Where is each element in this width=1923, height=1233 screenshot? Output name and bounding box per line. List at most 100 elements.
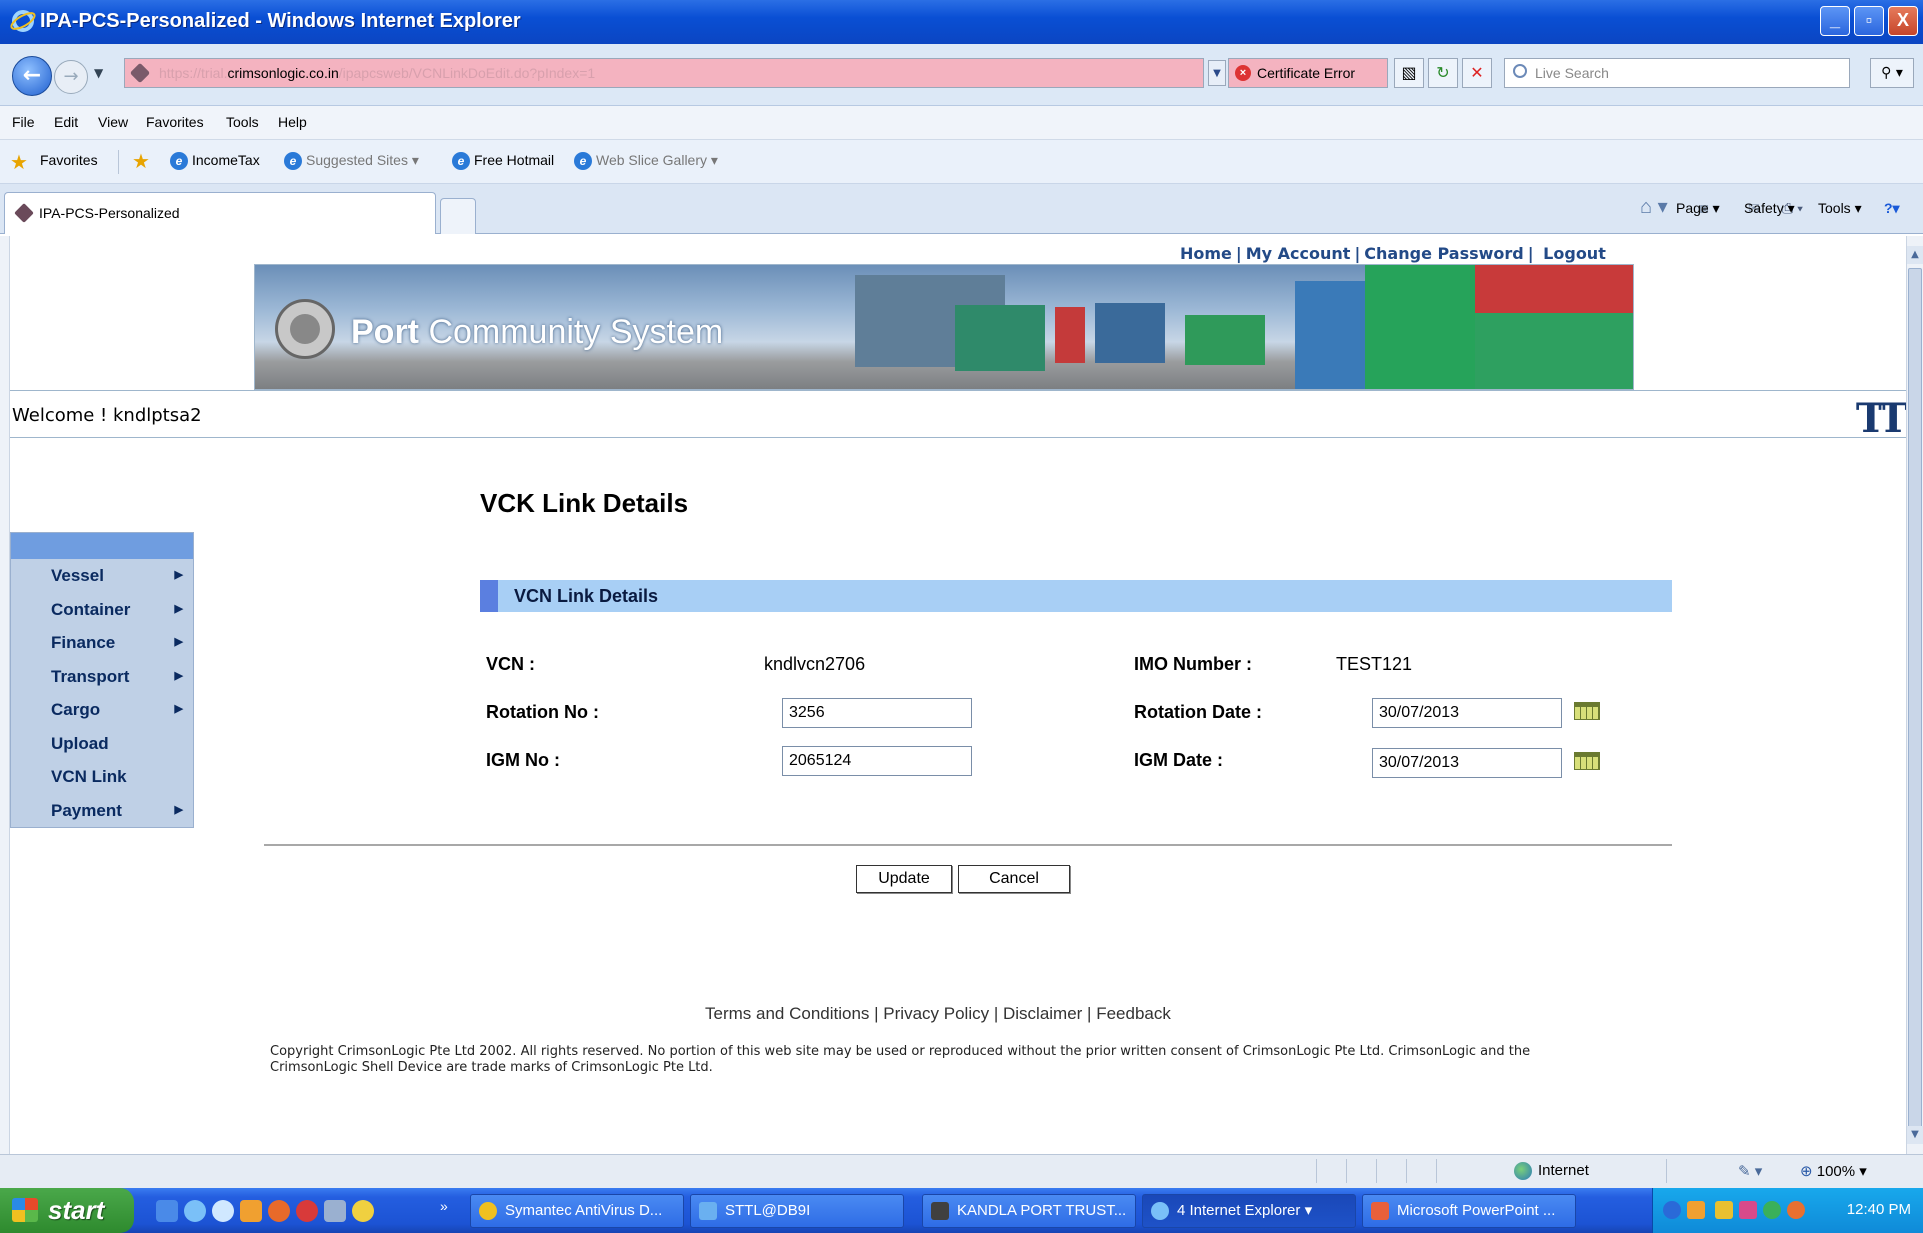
tray-network-icon[interactable] (1687, 1201, 1705, 1219)
history-dropdown-icon[interactable]: ▼ (94, 66, 103, 80)
favorite-free-hotmail[interactable]: e Free Hotmail (452, 152, 554, 171)
close-button[interactable]: X (1888, 6, 1918, 36)
favorite-suggested-sites[interactable]: e Suggested Sites ▾ (284, 152, 419, 171)
feedback-link[interactable]: Feedback (1096, 1004, 1171, 1023)
tools-menu[interactable]: Tools ▾ (1818, 200, 1862, 217)
task-internet-explorer[interactable]: 4 Internet Explorer ▾ (1142, 1194, 1356, 1228)
menu-favorites[interactable]: Favorites (146, 114, 204, 130)
quicklaunch-icon[interactable] (352, 1200, 374, 1222)
address-dropdown-icon[interactable]: ▼ (1208, 60, 1226, 86)
tray-icon[interactable] (1739, 1201, 1757, 1219)
menu-view[interactable]: View (98, 114, 128, 130)
favorite-incometax[interactable]: e IncomeTax (170, 152, 260, 171)
add-favorite-icon[interactable]: ★ (132, 149, 150, 174)
start-button[interactable]: start (0, 1188, 134, 1233)
scroll-thumb[interactable] (1908, 268, 1922, 1128)
favorites-button[interactable]: Favorites (40, 152, 98, 168)
database-icon (699, 1202, 717, 1220)
task-kandla[interactable]: KANDLA PORT TRUST... (922, 1194, 1136, 1228)
task-sttl[interactable]: STTL@DB9I (690, 1194, 904, 1228)
rotation-date-input[interactable] (1372, 698, 1562, 728)
terms-link[interactable]: Terms and Conditions (705, 1004, 869, 1023)
quicklaunch-icon[interactable] (212, 1200, 234, 1222)
task-symantec[interactable]: Symantec AntiVirus D... (470, 1194, 684, 1228)
banner-container-image (1475, 265, 1633, 313)
window-title: IPA-PCS-Personalized - Windows Internet … (40, 10, 521, 32)
search-button[interactable]: ⚲ ▾ (1870, 58, 1914, 88)
tray-back-icon[interactable] (1663, 1201, 1681, 1219)
nav-item-vcn-link[interactable]: VCN Link (11, 760, 193, 794)
calendar-icon[interactable] (1574, 702, 1600, 720)
cancel-button[interactable]: Cancel (958, 865, 1070, 893)
protected-mode-icon[interactable]: ✎ ▾ (1738, 1162, 1762, 1180)
scroll-up-icon[interactable]: ▲ (1907, 246, 1923, 264)
scroll-down-icon[interactable]: ▼ (1907, 1126, 1923, 1144)
tab-label: IPA-PCS-Personalized (39, 205, 180, 221)
privacy-policy-link[interactable]: Privacy Policy (883, 1004, 989, 1023)
home-link[interactable]: Home (1180, 244, 1232, 263)
igm-no-input[interactable] (782, 746, 972, 776)
new-tab-button[interactable] (440, 198, 476, 234)
menu-bar: File Edit View Favorites Tools Help (0, 106, 1923, 140)
page-menu[interactable]: Page ▾ (1676, 200, 1720, 217)
minimize-button[interactable]: _ (1820, 6, 1850, 36)
tab-ipa-pcs[interactable]: IPA-PCS-Personalized (4, 192, 436, 234)
menu-file[interactable]: File (12, 114, 35, 130)
menu-tools[interactable]: Tools (226, 114, 259, 130)
disclaimer-link[interactable]: Disclaimer (1003, 1004, 1082, 1023)
chevron-right-icon: ▶ (174, 803, 183, 816)
nav-item-payment[interactable]: Payment ▶ (11, 794, 193, 828)
search-input[interactable]: Live Search (1504, 58, 1850, 88)
home-icon[interactable]: ⌂ ▾ (1640, 194, 1668, 219)
update-button[interactable]: Update (856, 865, 952, 893)
zoom-control[interactable]: ⊕ 100% ▾ (1800, 1162, 1867, 1180)
menu-edit[interactable]: Edit (54, 114, 78, 130)
refresh-icon[interactable]: ↻ (1428, 58, 1458, 88)
nav-header (11, 533, 193, 559)
quicklaunch-icon[interactable] (324, 1200, 346, 1222)
quicklaunch-icon[interactable] (268, 1200, 290, 1222)
nav-item-finance[interactable]: Finance ▶ (11, 626, 193, 660)
nav-label: Finance (51, 633, 116, 652)
certificate-error-button[interactable]: × Certificate Error (1228, 58, 1388, 88)
status-separator (1436, 1159, 1437, 1183)
quicklaunch-icon[interactable] (296, 1200, 318, 1222)
quicklaunch-ie-icon[interactable] (184, 1200, 206, 1222)
nav-item-cargo[interactable]: Cargo ▶ (11, 693, 193, 727)
nav-item-container[interactable]: Container ▶ (11, 593, 193, 627)
logout-link[interactable]: Logout (1543, 244, 1606, 263)
quicklaunch-icon[interactable] (156, 1200, 178, 1222)
rotation-no-input[interactable] (782, 698, 972, 728)
menu-help[interactable]: Help (278, 114, 307, 130)
address-toolbar: ← → ▼ https://trial.crimsonlogic.co.in/i… (0, 44, 1923, 106)
more-quicklaunch-icon[interactable]: » (440, 1198, 448, 1214)
tray-icon[interactable] (1787, 1201, 1805, 1219)
forward-button[interactable]: → (54, 60, 88, 94)
footer-links: Terms and Conditions | Privacy Policy | … (705, 1004, 1171, 1023)
maximize-button[interactable]: ▫ (1854, 6, 1884, 36)
help-icon[interactable]: ?▾ (1884, 200, 1900, 217)
vertical-scrollbar[interactable]: ▲ ▼ (1906, 236, 1923, 1154)
task-powerpoint[interactable]: Microsoft PowerPoint ... (1362, 1194, 1576, 1228)
igm-date-input[interactable] (1372, 748, 1562, 778)
compatibility-view-icon[interactable]: ▧ (1394, 58, 1424, 88)
banner-container-image (1185, 315, 1265, 365)
change-password-link[interactable]: Change Password (1364, 244, 1523, 263)
favorite-web-slice-gallery[interactable]: e Web Slice Gallery ▾ (574, 152, 718, 171)
tray-icon[interactable] (1715, 1201, 1733, 1219)
back-button[interactable]: ← (12, 56, 52, 96)
tray-icon[interactable] (1763, 1201, 1781, 1219)
nav-item-upload[interactable]: Upload (11, 727, 193, 761)
safety-menu[interactable]: Safety ▾ (1744, 200, 1795, 217)
stop-icon[interactable]: ✕ (1462, 58, 1492, 88)
nav-item-vessel[interactable]: Vessel ▶ (11, 559, 193, 593)
left-navigation: Vessel ▶ Container ▶ Finance ▶ Transport ▶ C… (10, 532, 194, 828)
calendar-icon[interactable] (1574, 752, 1600, 770)
address-input[interactable]: https://trial.crimsonlogic.co.in/ipapcsw… (124, 58, 1204, 88)
nav-item-transport[interactable]: Transport ▶ (11, 660, 193, 694)
my-account-link[interactable]: My Account (1246, 244, 1351, 263)
status-separator (1346, 1159, 1347, 1183)
quicklaunch-icon[interactable] (240, 1200, 262, 1222)
banner-container-image (1095, 303, 1165, 363)
window-left-edge (0, 236, 10, 1154)
